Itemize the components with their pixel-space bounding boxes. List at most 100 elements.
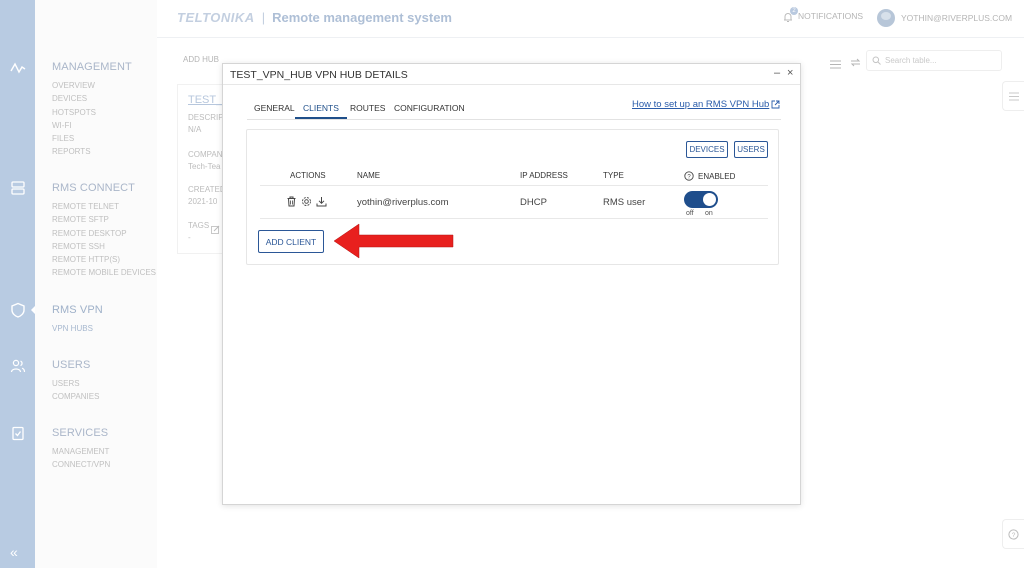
columns-toggle-button[interactable]: [1002, 81, 1024, 111]
external-link-icon: [771, 100, 780, 109]
tags-value: -: [188, 233, 191, 242]
search-placeholder: Search table...: [885, 56, 937, 65]
add-client-button[interactable]: ADD CLIENT: [258, 230, 324, 253]
nav-link-remote-https[interactable]: REMOTE HTTP(S): [52, 253, 156, 266]
brand-separator: |: [261, 10, 266, 25]
nav-link-connect-vpn[interactable]: CONNECT/VPN: [52, 458, 110, 471]
list-icon: [1008, 92, 1019, 100]
nav-link-reports[interactable]: REPORTS: [52, 145, 132, 158]
list-icon[interactable]: [830, 56, 841, 74]
created-value: 2021-10: [188, 197, 218, 206]
nav-link-overview[interactable]: OVERVIEW: [52, 79, 132, 92]
nav-rms-connect: RMS CONNECT REMOTE TELNET REMOTE SFTP RE…: [52, 182, 156, 280]
nav-heading-services[interactable]: SERVICES: [52, 427, 110, 439]
nav-rms-vpn: RMS VPN VPN HUBS: [52, 304, 103, 335]
column-header-name[interactable]: NAME: [357, 171, 380, 180]
nav-heading-rms-connect[interactable]: RMS CONNECT: [52, 182, 156, 194]
row-divider: [260, 218, 768, 219]
minimize-button[interactable]: –: [774, 67, 780, 79]
column-header-actions: ACTIONS: [290, 171, 326, 180]
vpn-hub-details-dialog: TEST_VPN_HUB VPN HUB DETAILS – × GENERAL…: [222, 63, 801, 505]
nav-link-companies[interactable]: COMPANIES: [52, 390, 99, 403]
client-name: yothin@riverplus.com: [357, 197, 449, 208]
column-header-type[interactable]: TYPE: [603, 171, 624, 180]
users-icon[interactable]: [8, 356, 28, 376]
tab-configuration[interactable]: CONFIGURATION: [394, 103, 465, 117]
devices-filter-button[interactable]: DEVICES: [686, 141, 728, 158]
notification-count-badge: 2: [790, 7, 798, 15]
toggle-on-label: on: [705, 210, 713, 217]
icon-rail: «: [0, 0, 36, 568]
header-divider: [260, 185, 768, 186]
tab-general[interactable]: GENERAL: [254, 103, 295, 117]
nav-link-users[interactable]: USERS: [52, 377, 99, 390]
search-icon: [872, 56, 881, 65]
users-filter-button[interactable]: USERS: [734, 141, 768, 158]
column-header-enabled[interactable]: ? ENABLED: [684, 171, 735, 181]
trash-icon[interactable]: [286, 196, 297, 207]
close-button[interactable]: ×: [787, 67, 793, 79]
avatar: [877, 9, 895, 27]
vpn-hub-help-link[interactable]: How to set up an RMS VPN Hub: [632, 99, 780, 110]
nav-link-remote-desktop[interactable]: REMOTE DESKTOP: [52, 227, 156, 240]
nav-link-wifi[interactable]: WI-FI: [52, 119, 132, 132]
nav-link-remote-mobile[interactable]: REMOTE MOBILE DEVICES: [52, 266, 156, 279]
nav-services: SERVICES MANAGEMENT CONNECT/VPN: [52, 427, 110, 472]
dialog-title: TEST_VPN_HUB VPN HUB DETAILS: [230, 69, 408, 81]
notifications-button[interactable]: 2 NOTIFICATIONS: [782, 7, 864, 22]
notifications-label: NOTIFICATIONS: [798, 11, 864, 21]
logo[interactable]: TELTONIKA | Remote management system: [177, 10, 452, 25]
server-icon[interactable]: [8, 178, 28, 198]
help-circle-icon: ?: [1008, 528, 1019, 540]
nav-heading-users[interactable]: USERS: [52, 359, 99, 371]
help-circle-icon[interactable]: ?: [684, 171, 694, 181]
shield-icon[interactable]: [8, 300, 28, 320]
section-nav: MANAGEMENT OVERVIEW DEVICES HOTSPOTS WI-…: [35, 0, 157, 568]
nav-heading-management[interactable]: MANAGEMENT: [52, 61, 132, 73]
brand-name: TELTONIKA: [177, 10, 255, 25]
edit-icon[interactable]: [211, 221, 220, 239]
clients-panel: DEVICES USERS ACTIONS NAME IP ADDRESS TY…: [246, 129, 779, 265]
description-value: N/A: [188, 125, 202, 134]
user-menu[interactable]: YOTHIN@RIVERPLUS.COM: [877, 9, 1012, 27]
help-link-text: How to set up an RMS VPN Hub: [632, 99, 770, 110]
nav-link-remote-ssh[interactable]: REMOTE SSH: [52, 240, 156, 253]
gear-icon[interactable]: [301, 196, 312, 207]
svg-text:?: ?: [1012, 532, 1016, 539]
bell-icon: 2: [782, 7, 798, 22]
activity-icon[interactable]: [8, 58, 28, 78]
toggle-knob: [703, 193, 716, 206]
nav-link-vpn-hubs[interactable]: VPN HUBS: [52, 322, 103, 335]
company-value: Tech-Tea: [188, 162, 221, 171]
top-header: TELTONIKA | Remote management system 2 N…: [157, 0, 1024, 38]
nav-link-hotspots[interactable]: HOTSPOTS: [52, 106, 132, 119]
created-label: CREATED: [188, 185, 226, 194]
client-type: RMS user: [603, 197, 646, 208]
toggle-off-label: off: [686, 210, 694, 217]
nav-link-remote-telnet[interactable]: REMOTE TELNET: [52, 200, 156, 213]
tab-routes[interactable]: ROUTES: [350, 103, 385, 117]
nav-link-devices[interactable]: DEVICES: [52, 92, 132, 105]
nav-management: MANAGEMENT OVERVIEW DEVICES HOTSPOTS WI-…: [52, 61, 132, 159]
nav-link-files[interactable]: FILES: [52, 132, 132, 145]
help-button[interactable]: ?: [1002, 519, 1024, 549]
download-icon[interactable]: [316, 196, 327, 207]
tags-label: TAGS: [188, 221, 210, 230]
nav-heading-rms-vpn[interactable]: RMS VPN: [52, 304, 103, 316]
app-title: Remote management system: [272, 10, 452, 25]
user-email: YOTHIN@RIVERPLUS.COM: [901, 13, 1013, 23]
client-ip: DHCP: [520, 197, 547, 208]
double-chevron-left-icon[interactable]: «: [10, 544, 18, 560]
nav-users: USERS USERS COMPANIES: [52, 359, 99, 404]
nav-link-services-management[interactable]: MANAGEMENT: [52, 445, 110, 458]
add-hub-button[interactable]: ADD HUB: [183, 55, 219, 64]
enabled-toggle[interactable]: [684, 191, 718, 208]
search-input[interactable]: Search table...: [866, 50, 1002, 71]
refresh-icon[interactable]: [850, 55, 861, 73]
title-divider: [223, 84, 800, 85]
red-arrow-annotation: [333, 223, 454, 259]
column-header-ip-address[interactable]: IP ADDRESS: [520, 171, 568, 180]
tab-clients[interactable]: CLIENTS: [295, 103, 347, 119]
nav-link-remote-sftp[interactable]: REMOTE SFTP: [52, 213, 156, 226]
clipboard-check-icon[interactable]: [8, 423, 28, 443]
